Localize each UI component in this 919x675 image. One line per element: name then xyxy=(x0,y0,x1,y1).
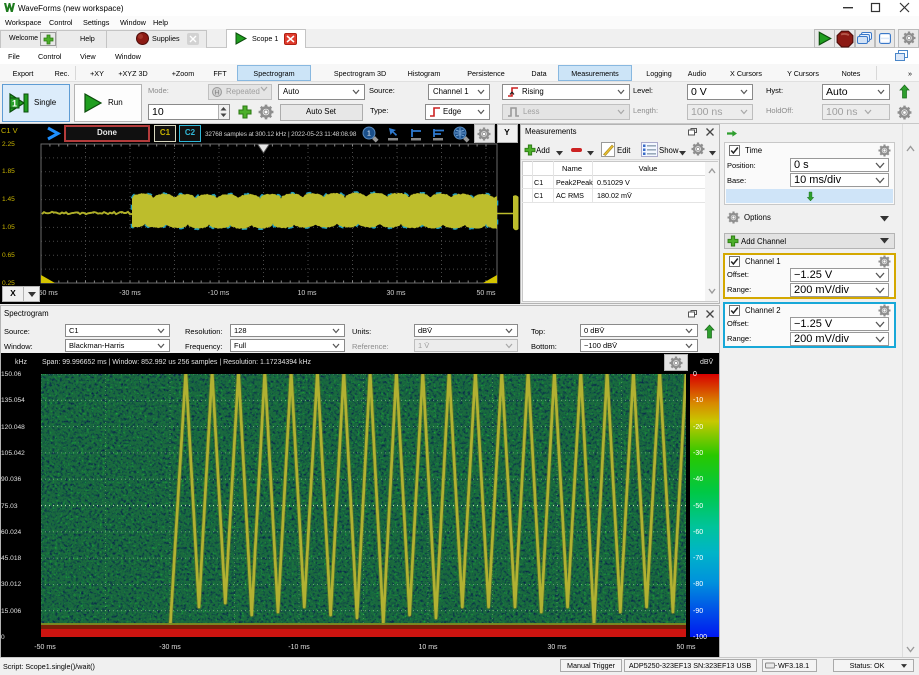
svg-text:1: 1 xyxy=(12,99,17,109)
svg-text:H: H xyxy=(215,90,220,97)
